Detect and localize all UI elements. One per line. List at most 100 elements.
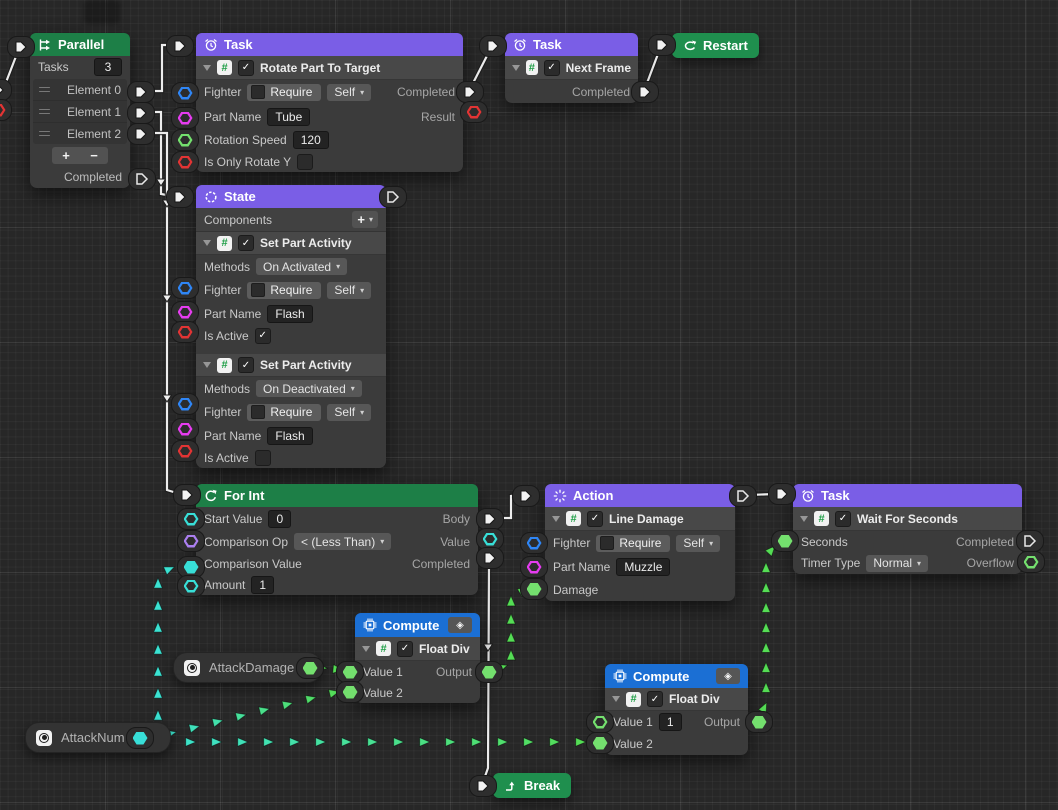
port-restart-in[interactable] <box>648 34 676 56</box>
port-state-in[interactable] <box>166 186 194 208</box>
collapse-triangle-icon[interactable] <box>512 65 520 71</box>
collapse-triangle-icon[interactable] <box>612 696 620 702</box>
collapse-triangle-icon[interactable] <box>203 65 211 71</box>
list-item[interactable]: Element 1 <box>33 101 127 123</box>
port-compute1-value2-in[interactable] <box>336 681 364 703</box>
amount-field[interactable]: 1 <box>251 576 274 594</box>
port-parallel-in[interactable] <box>7 36 35 58</box>
drag-handle-icon[interactable] <box>39 131 50 137</box>
enabled-checkbox[interactable] <box>835 511 851 527</box>
parallel-header[interactable]: Parallel <box>30 33 130 56</box>
node-state[interactable]: State Components + Set Part Activity Met… <box>196 185 386 468</box>
port-attack-damage-out[interactable] <box>296 657 324 679</box>
node-task-next-frame[interactable]: Task Next Frame Completed <box>505 33 638 103</box>
start-value-field[interactable]: 0 <box>268 510 291 528</box>
self-dropdown[interactable]: Self <box>327 404 371 421</box>
port-forint-completed-out[interactable] <box>476 547 504 569</box>
node-task-wait[interactable]: Task Wait For Seconds Seconds Completed … <box>793 484 1022 574</box>
part-name-field[interactable]: Flash <box>267 305 312 323</box>
node-for-int[interactable]: For Int Start Value 0 Body Comparison Op… <box>196 484 478 595</box>
node-compute-2[interactable]: Compute Float Div Value 1 1 Output Value… <box>605 664 748 755</box>
self-dropdown[interactable]: Self <box>327 282 371 299</box>
port-state2-fighter-in[interactable] <box>171 393 199 415</box>
node-restart[interactable]: Restart <box>672 33 759 58</box>
port-compute1-output[interactable] <box>475 661 503 683</box>
enabled-checkbox[interactable] <box>238 60 254 76</box>
part-name-field[interactable]: Muzzle <box>616 558 670 576</box>
port-forint-body-out[interactable] <box>476 508 504 530</box>
port-task-wait-overflow-out[interactable] <box>1017 551 1045 573</box>
collapse-triangle-icon[interactable] <box>362 646 370 652</box>
port-task-wait-completed-out[interactable] <box>1016 530 1044 552</box>
collapse-triangle-icon[interactable] <box>203 362 211 368</box>
port-compute2-value1-in[interactable] <box>586 711 614 733</box>
collapse-triangle-icon[interactable] <box>552 516 560 522</box>
enabled-checkbox[interactable] <box>397 641 413 657</box>
require-checkbox[interactable] <box>251 283 265 297</box>
methods-dropdown[interactable]: On Activated <box>256 258 347 275</box>
compute-header[interactable]: Compute <box>355 613 480 637</box>
state-header[interactable]: State <box>196 185 386 208</box>
port-task-wait-seconds-in[interactable] <box>771 530 799 552</box>
port-compute2-output[interactable] <box>745 711 773 733</box>
is-only-rotate-checkbox[interactable] <box>297 154 313 170</box>
list-item[interactable]: Element 2 <box>33 123 127 144</box>
port-state1-isactive-in[interactable] <box>171 321 199 343</box>
port-state1-partname-in[interactable] <box>171 301 199 323</box>
port-forint-comparisonop-in[interactable] <box>177 530 205 552</box>
port-forint-startvalue-in[interactable] <box>177 508 205 530</box>
port-compute2-value2-in[interactable] <box>586 732 614 754</box>
port-task-rotate-partname-in[interactable] <box>171 107 199 129</box>
rotation-speed-field[interactable]: 120 <box>293 131 329 149</box>
port-parallel-element0-out[interactable] <box>127 81 155 103</box>
require-toggle[interactable]: Require <box>247 282 321 299</box>
self-dropdown[interactable]: Self <box>327 84 371 101</box>
port-forint-amount-in[interactable] <box>177 575 205 597</box>
collapse-triangle-icon[interactable] <box>203 240 211 246</box>
require-toggle[interactable]: Require <box>247 84 321 101</box>
enabled-checkbox[interactable] <box>647 691 663 707</box>
port-parallel-element2-out[interactable] <box>127 123 155 145</box>
is-active-checkbox[interactable] <box>255 328 271 344</box>
port-state-out[interactable] <box>379 186 407 208</box>
timer-type-dropdown[interactable]: Normal <box>866 555 928 572</box>
task-header[interactable]: Task <box>793 484 1022 507</box>
value1-field[interactable]: 1 <box>659 713 682 731</box>
is-active-checkbox[interactable] <box>255 450 271 466</box>
port-task-rotate-result-out[interactable] <box>460 101 488 123</box>
add-component-button[interactable]: + <box>357 212 365 227</box>
node-compute-1[interactable]: Compute Float Div Value 1 Output Value 2 <box>355 613 480 703</box>
node-break[interactable]: Break <box>493 773 571 798</box>
port-task-rotate-completed-out[interactable] <box>456 81 484 103</box>
enabled-checkbox[interactable] <box>238 235 254 251</box>
port-action-fighter-in[interactable] <box>520 532 548 554</box>
port-task-next-in[interactable] <box>479 35 507 57</box>
port-task-rotate-fighter-in[interactable] <box>171 82 199 104</box>
port-forint-in[interactable] <box>173 484 201 506</box>
diamond-button[interactable] <box>448 617 472 633</box>
for-int-header[interactable]: For Int <box>196 484 478 507</box>
port-state1-fighter-in[interactable] <box>171 277 199 299</box>
port-task-next-completed-out[interactable] <box>631 81 659 103</box>
port-action-in[interactable] <box>512 485 540 507</box>
enabled-checkbox[interactable] <box>238 357 254 373</box>
port-offscreen-exec-out[interactable] <box>0 79 12 101</box>
node-task-rotate[interactable]: Task Rotate Part To Target Fighter Requi… <box>196 33 463 172</box>
port-task-rotate-in[interactable] <box>166 35 194 57</box>
port-task-wait-in[interactable] <box>768 483 796 505</box>
port-attack-num-out[interactable] <box>126 727 154 749</box>
enabled-checkbox[interactable] <box>544 60 560 76</box>
collapse-triangle-icon[interactable] <box>800 516 808 522</box>
part-name-field[interactable]: Tube <box>267 108 310 126</box>
task-header[interactable]: Task <box>505 33 638 56</box>
chevron-down-icon[interactable] <box>369 215 373 224</box>
port-offscreen-result-out[interactable] <box>0 99 12 121</box>
diamond-button[interactable] <box>716 668 740 684</box>
node-parallel[interactable]: Parallel Tasks 3 Element 0 Element 1 Ele… <box>30 33 130 188</box>
remove-element-button[interactable]: − <box>80 147 108 164</box>
port-action-damage-in[interactable] <box>520 578 548 600</box>
part-name-field[interactable]: Flash <box>267 427 312 445</box>
require-checkbox[interactable] <box>251 85 265 99</box>
require-toggle[interactable]: Require <box>596 535 670 552</box>
require-checkbox[interactable] <box>251 405 265 419</box>
